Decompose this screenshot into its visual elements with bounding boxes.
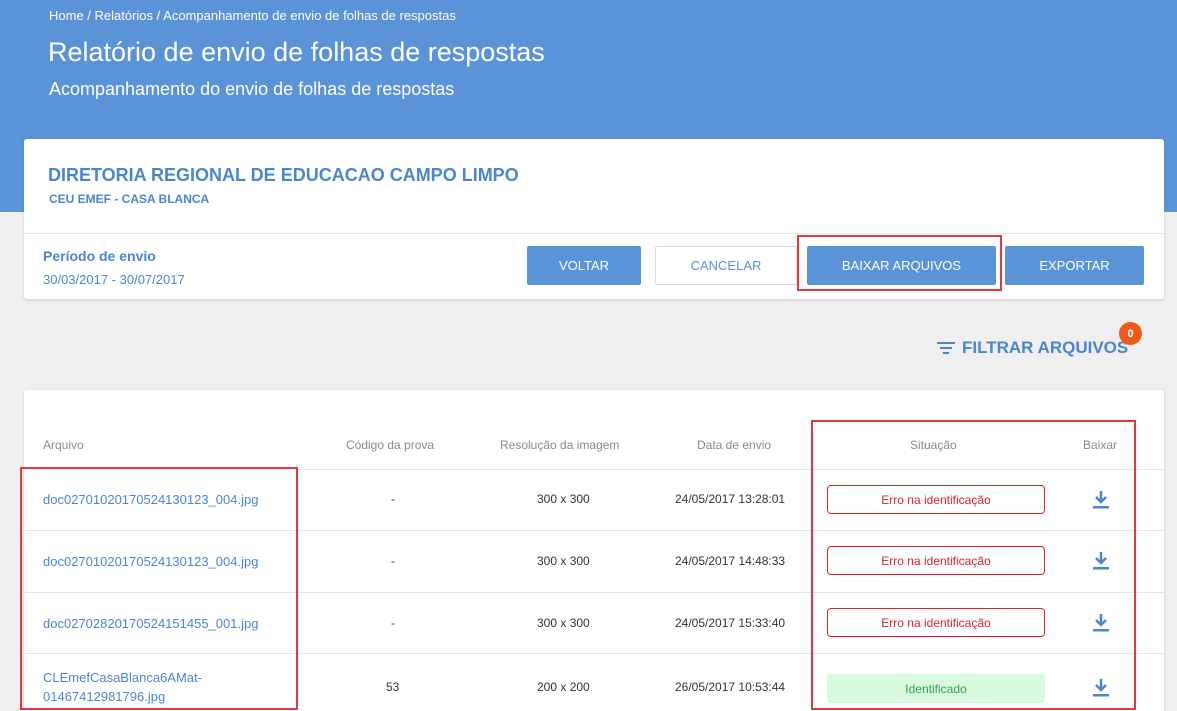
codigo-cell: 53 (386, 680, 400, 694)
header-situacao: Situação (910, 438, 957, 452)
status-badge: Erro na identificação (827, 608, 1045, 637)
file-link[interactable]: doc02701020170524130123_004.jpg (43, 552, 258, 571)
info-card: DIRETORIA REGIONAL DE EDUCACAO CAMPO LIM… (24, 139, 1164, 299)
status-badge: Identificado (827, 674, 1045, 703)
period-label: Período de envio (43, 248, 156, 264)
file-link-line1: CLEmefCasaBlanca6AMat- (43, 670, 202, 685)
header-resolucao: Resolução da imagem (500, 438, 620, 452)
filter-label: FILTRAR ARQUIVOS (962, 338, 1129, 357)
page-title: Relatório de envio de folhas de resposta… (48, 37, 545, 67)
exportar-button[interactable]: EXPORTAR (1005, 246, 1144, 285)
file-link-line2: 01467412981796.jpg (43, 689, 166, 704)
row-divider (24, 653, 1164, 654)
voltar-button[interactable]: VOLTAR (527, 246, 641, 285)
file-link[interactable]: doc02701020170524130123_004.jpg (43, 490, 258, 509)
header-arquivo: Arquivo (43, 438, 84, 452)
status-badge: Erro na identificação (827, 485, 1045, 514)
download-icon[interactable] (1092, 490, 1110, 510)
divider (24, 233, 1164, 234)
header-codigo: Código da prova (346, 438, 435, 452)
codigo-cell: - (391, 616, 395, 630)
data-cell: 24/05/2017 13:28:01 (675, 492, 786, 506)
cancelar-button[interactable]: CANCELAR (655, 246, 797, 285)
row-divider (24, 469, 1164, 470)
row-divider (24, 530, 1164, 531)
header-baixar: Baixar (1083, 438, 1118, 452)
header-data: Data de envio (697, 438, 772, 452)
filter-list-icon (937, 342, 955, 354)
data-cell: 24/05/2017 14:48:33 (675, 554, 786, 568)
codigo-cell: - (391, 554, 395, 568)
resolucao-cell: 300 x 300 (537, 492, 590, 506)
baixar-arquivos-button[interactable]: BAIXAR ARQUIVOS (807, 246, 996, 285)
download-icon[interactable] (1092, 551, 1110, 571)
filter-files-button[interactable]: FILTRAR ARQUIVOS (936, 338, 1128, 358)
data-cell: 26/05/2017 10:53:44 (675, 680, 786, 694)
dre-title: DIRETORIA REGIONAL DE EDUCACAO CAMPO LIM… (48, 165, 519, 185)
page-subtitle: Acompanhamento do envio de folhas de res… (49, 79, 455, 99)
files-table: Arquivo Código da prova Resolução da ima… (24, 390, 1164, 711)
status-badge: Erro na identificação (827, 546, 1045, 575)
download-icon[interactable] (1092, 613, 1110, 633)
period-value: 30/03/2017 - 30/07/2017 (43, 272, 185, 287)
resolucao-cell: 300 x 300 (537, 616, 590, 630)
download-icon[interactable] (1092, 678, 1110, 698)
school-name: CEU EMEF - CASA BLANCA (49, 192, 210, 206)
breadcrumb[interactable]: Home / Relatórios / Acompanhamento de en… (49, 8, 456, 23)
row-divider (24, 592, 1164, 593)
file-link[interactable]: doc02702820170524151455_001.jpg (43, 614, 258, 633)
data-cell: 24/05/2017 15:33:40 (675, 616, 786, 630)
resolucao-cell: 200 x 200 (537, 680, 590, 694)
filter-count-badge: 0 (1119, 322, 1142, 345)
resolucao-cell: 300 x 300 (537, 554, 590, 568)
codigo-cell: - (391, 492, 395, 506)
file-link[interactable]: CLEmefCasaBlanca6AMat- 01467412981796.jp… (43, 668, 202, 706)
